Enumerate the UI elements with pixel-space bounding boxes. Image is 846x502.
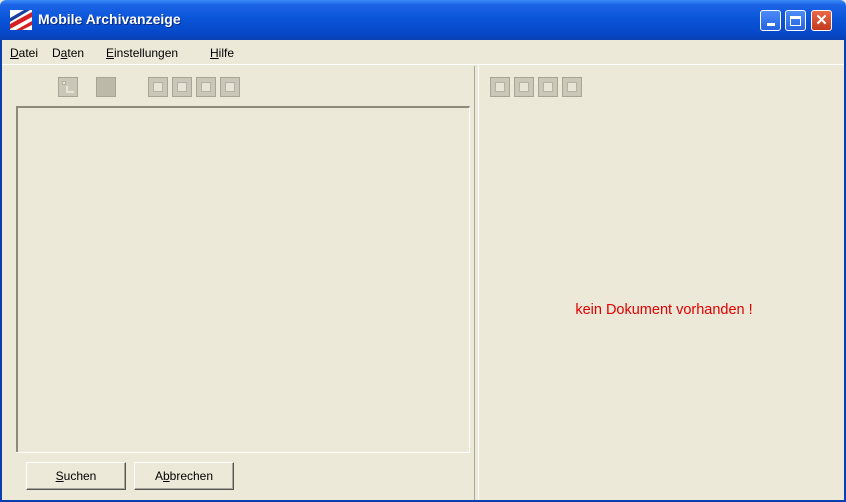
viewer-last-page-button[interactable] xyxy=(562,77,582,97)
tree-view-icon xyxy=(62,81,66,85)
last-page-icon xyxy=(567,82,577,92)
previous-page-button[interactable] xyxy=(172,77,192,97)
app-logo-icon xyxy=(10,10,32,30)
menu-datei-accel: D xyxy=(10,46,19,60)
viewer-next-page-button[interactable] xyxy=(538,77,558,97)
menu-datei[interactable]: Datei xyxy=(10,46,38,60)
viewer-first-page-button[interactable] xyxy=(490,77,510,97)
menu-datei-rest: atei xyxy=(18,46,39,60)
result-tree-area[interactable] xyxy=(16,106,470,452)
next-page-icon xyxy=(543,82,553,92)
next-page-icon xyxy=(201,82,211,92)
cancel-button-rest: brechen xyxy=(169,469,214,483)
divider xyxy=(16,452,470,453)
menu-bar: Datei Daten Einstellungen Hilfe xyxy=(0,40,846,65)
minimize-button[interactable] xyxy=(760,10,781,31)
window-title: Mobile Archivanzeige xyxy=(38,11,181,27)
document-viewer-pane: kein Dokument vorhanden ! xyxy=(482,72,842,500)
previous-page-icon xyxy=(519,82,529,92)
cancel-button-pre: A xyxy=(154,469,163,483)
first-page-icon xyxy=(495,82,505,92)
cancel-button[interactable]: Ab brechen xyxy=(134,462,234,490)
next-page-button[interactable] xyxy=(196,77,216,97)
menu-einstellungen-rest: instellungen xyxy=(114,46,179,60)
maximize-button[interactable] xyxy=(785,10,806,31)
minimize-icon xyxy=(766,23,775,26)
menu-einstellungen-accel: E xyxy=(106,46,115,60)
window-frame-left xyxy=(0,40,2,502)
menu-daten-rest: ten xyxy=(67,46,85,60)
close-icon: ✕ xyxy=(815,12,828,29)
search-button-accel: S xyxy=(55,469,64,483)
tree-view-button[interactable] xyxy=(58,77,78,97)
right-toolbar xyxy=(482,72,842,104)
menu-hilfe-accel: H xyxy=(210,46,219,60)
last-page-icon xyxy=(225,82,235,92)
viewer-previous-page-button[interactable] xyxy=(514,77,534,97)
title-bar[interactable]: Mobile Archivanzeige ✕ xyxy=(0,0,846,40)
search-button-rest: uchen xyxy=(63,469,97,483)
menu-hilfe[interactable]: Hilfe xyxy=(210,46,234,60)
search-pane: Suchen Ab brechen xyxy=(14,72,472,500)
blank-button[interactable] xyxy=(96,77,116,97)
menu-hilfe-rest: ilfe xyxy=(218,46,235,60)
no-document-message: kein Dokument vorhanden ! xyxy=(575,302,753,318)
menu-daten[interactable]: Daten xyxy=(52,46,84,60)
search-button[interactable]: Suchen xyxy=(26,462,126,490)
first-page-icon xyxy=(153,82,163,92)
cancel-button-accel: b xyxy=(162,469,170,483)
first-page-button[interactable] xyxy=(148,77,168,97)
menu-daten-pre: D xyxy=(52,46,61,60)
pane-splitter[interactable] xyxy=(474,66,479,500)
last-page-button[interactable] xyxy=(220,77,240,97)
close-button[interactable]: ✕ xyxy=(811,10,832,31)
maximize-icon xyxy=(790,15,801,26)
menu-einstellungen[interactable]: Einstellungen xyxy=(106,46,178,60)
left-toolbar xyxy=(14,72,472,104)
previous-page-icon xyxy=(177,82,187,92)
